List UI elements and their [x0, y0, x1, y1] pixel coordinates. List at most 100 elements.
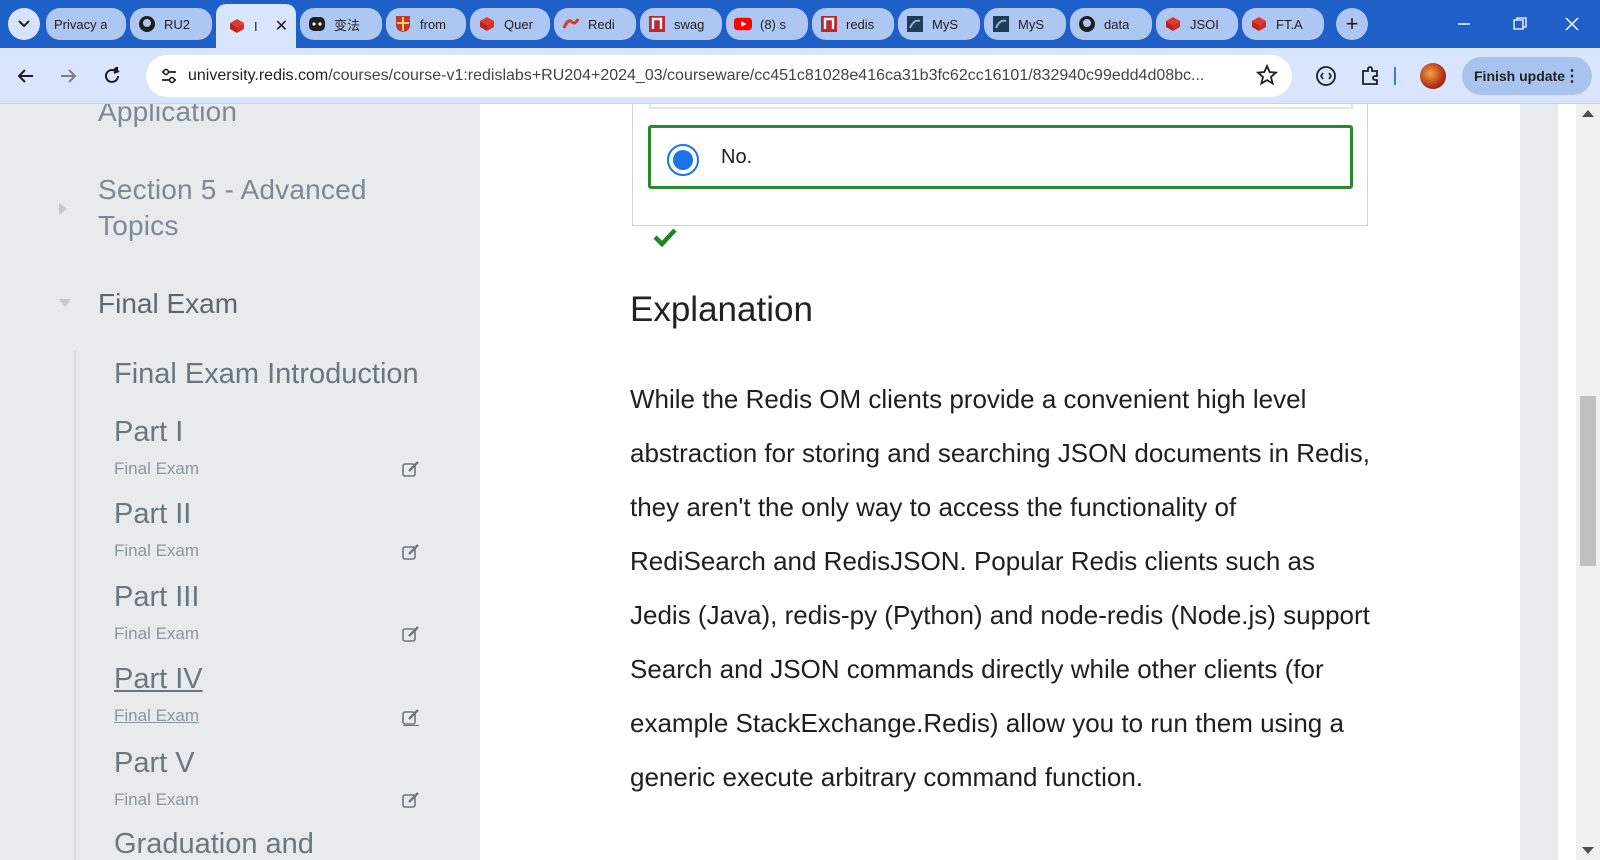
- outline-item-part-4[interactable]: Part IV: [114, 663, 203, 696]
- chevron-down-icon: [18, 20, 30, 28]
- mysql-icon: [992, 15, 1010, 33]
- bookmark-star-icon[interactable]: [1255, 63, 1280, 88]
- tab-label: MyS: [1018, 16, 1044, 32]
- scroll-up-arrow-icon[interactable]: [1582, 110, 1594, 117]
- back-button[interactable]: [8, 58, 44, 94]
- toolbar-divider: [1392, 62, 1398, 90]
- finish-update-label: Finish update: [1474, 68, 1565, 84]
- arrow-left-icon: [17, 69, 33, 83]
- url-path: /courses/course-v1:redislabs+RU204+2024_…: [328, 67, 1205, 84]
- edit-icon: [402, 709, 419, 726]
- tab-youtube[interactable]: (8) s: [726, 8, 808, 40]
- tab-label: Redi: [588, 16, 615, 32]
- tab-strip: Privacy a RU2 I ✕ 变法 from Quer Redi swag…: [0, 0, 1600, 48]
- tab-label: swag: [674, 16, 705, 32]
- redis-cube-icon: [1164, 15, 1182, 33]
- edit-icon: [402, 626, 419, 642]
- tab-chat[interactable]: 变法: [300, 8, 382, 40]
- tab-github-ru2[interactable]: RU2: [130, 8, 212, 40]
- redis-cube-icon: [1250, 15, 1268, 33]
- caret-down-icon: [59, 299, 71, 307]
- tab-label: FT.A: [1276, 16, 1303, 32]
- tab-from[interactable]: from: [386, 8, 466, 40]
- reload-button[interactable]: [94, 58, 130, 94]
- redis-cube-icon: [228, 17, 246, 35]
- tab-search-button[interactable]: [8, 8, 40, 40]
- tab-label: MyS: [932, 16, 958, 32]
- tab-redis-2[interactable]: redis: [812, 8, 894, 40]
- correct-check-icon: [653, 228, 677, 248]
- outline-item-part-2[interactable]: Part II: [114, 498, 191, 531]
- answer-option-label: No.: [721, 146, 753, 168]
- reading-mode-icon[interactable]: [1312, 62, 1340, 90]
- site-info-button[interactable]: [154, 61, 184, 91]
- radio-button-selected[interactable]: [667, 144, 699, 176]
- tab-label: (8) s: [760, 16, 786, 32]
- outline-item-subtitle: Final Exam: [114, 624, 200, 643]
- university-crest-icon: [394, 15, 412, 33]
- explanation-heading: Explanation: [630, 290, 813, 329]
- mysql-icon: [906, 15, 924, 33]
- close-icon: [1565, 17, 1579, 31]
- outline-item-part-3[interactable]: Part III: [114, 581, 199, 614]
- tab-json[interactable]: JSOI: [1156, 8, 1238, 40]
- address-bar[interactable]: university.redis.com/courses/course-v1:r…: [146, 55, 1292, 97]
- answer-option-selected[interactable]: No.: [648, 125, 1353, 189]
- page-scrollbar[interactable]: [1576, 104, 1600, 860]
- outline-item-graduation-partial[interactable]: Graduation and: [114, 828, 314, 860]
- redis-cube-icon: [478, 15, 496, 33]
- profile-avatar[interactable]: [1420, 63, 1446, 89]
- restore-button[interactable]: [1492, 0, 1548, 48]
- more-vert-icon: ⋮: [1564, 68, 1580, 85]
- tab-mysql-1[interactable]: MyS: [898, 8, 980, 40]
- finish-update-button[interactable]: Finish update ⋮: [1462, 57, 1592, 95]
- subsection-divider: [74, 350, 76, 860]
- extensions-puzzle-icon[interactable]: [1356, 62, 1384, 90]
- tab-swag[interactable]: swag: [640, 8, 722, 40]
- tab-redis[interactable]: Redi: [554, 8, 636, 40]
- redis-n-icon: [648, 15, 666, 33]
- redis-n-icon: [820, 15, 838, 33]
- tab-privacy[interactable]: Privacy a: [46, 8, 126, 40]
- tab-label: 变法: [334, 17, 361, 33]
- tab-mysql-2[interactable]: MyS: [984, 8, 1066, 40]
- outline-item-part-1[interactable]: Part I: [114, 416, 183, 449]
- tab-label: I: [254, 18, 258, 34]
- scroll-down-arrow-icon[interactable]: [1582, 847, 1594, 854]
- tab-ft[interactable]: FT.A: [1242, 8, 1324, 40]
- restore-icon: [1513, 17, 1527, 30]
- edit-icon: [402, 461, 419, 477]
- new-tab-button[interactable]: +: [1336, 8, 1368, 40]
- tab-label: data: [1104, 16, 1130, 32]
- scrollbar-thumb[interactable]: [1580, 396, 1596, 566]
- section-5-title[interactable]: Section 5 - Advanced Topics: [98, 172, 398, 244]
- chat-bot-icon: [308, 15, 326, 33]
- minimize-button[interactable]: [1436, 0, 1492, 48]
- tab-label: from: [420, 16, 446, 32]
- final-exam-section-title[interactable]: Final Exam: [98, 288, 238, 320]
- edit-icon: [402, 544, 419, 560]
- section-title-partial[interactable]: Application: [98, 104, 237, 130]
- close-tab-icon[interactable]: ✕: [275, 16, 288, 36]
- outline-item-part-5[interactable]: Part V: [114, 747, 195, 780]
- outline-item-subtitle: Final Exam: [114, 459, 200, 478]
- tab-github-data[interactable]: data: [1070, 8, 1152, 40]
- outline-item-subtitle: Final Exam: [114, 790, 200, 809]
- tab-query[interactable]: Quer: [470, 8, 550, 40]
- tab-label: JSOI: [1190, 16, 1219, 32]
- tab-active-course[interactable]: I ✕: [216, 4, 296, 48]
- answer-choices-box: No.: [632, 104, 1368, 226]
- outline-item-subtitle: Final Exam: [114, 706, 200, 725]
- reload-icon: [105, 67, 120, 83]
- close-window-button[interactable]: [1544, 0, 1600, 48]
- explanation-text: While the Redis OM clients provide a con…: [630, 384, 1370, 792]
- youtube-icon: [734, 15, 752, 33]
- course-outline-sidebar: Application Section 5 - Advanced Topics …: [0, 104, 480, 860]
- right-gutter: [1520, 104, 1558, 860]
- answer-option-previous[interactable]: [649, 104, 1353, 109]
- tab-label: Quer: [504, 16, 533, 32]
- arrow-right-icon: [61, 69, 77, 83]
- outline-item-final-exam-introduction[interactable]: Final Exam Introduction: [114, 358, 419, 391]
- outline-item-subtitle: Final Exam: [114, 541, 200, 560]
- forward-button[interactable]: [50, 58, 86, 94]
